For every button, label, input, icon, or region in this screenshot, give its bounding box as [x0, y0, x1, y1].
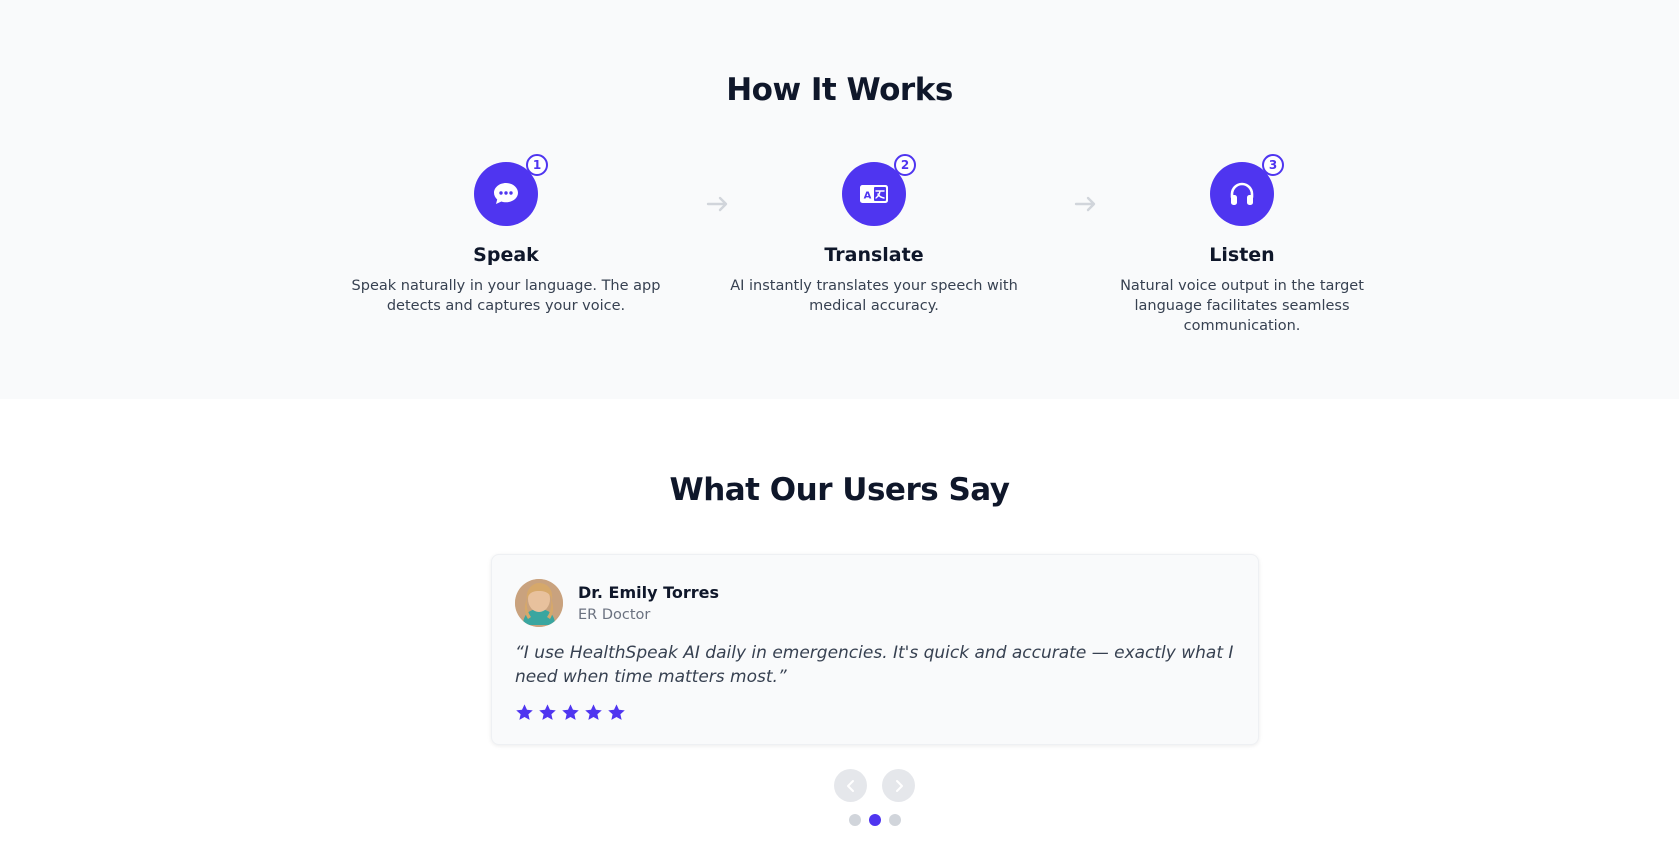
testimonial-quote: “I use HealthSpeak AI daily in emergenci…: [515, 643, 1234, 687]
step-listen: 3 Listen Natural voice output in the tar…: [1082, 154, 1402, 336]
step-description: AI instantly translates your speech with…: [730, 278, 1018, 314]
step-title: Translate: [824, 244, 924, 266]
how-it-works-title: How It Works: [726, 72, 953, 108]
star-icon: [516, 704, 533, 720]
step-number-badge: 3: [1262, 154, 1284, 176]
star-icon: [539, 704, 556, 720]
steps-row: 1 Speak Speak naturally in your language…: [0, 154, 1679, 342]
step-description: Speak naturally in your language. The ap…: [351, 278, 661, 314]
chevron-left-icon: [846, 779, 854, 792]
author-name: Dr. Emily Torres: [578, 583, 720, 602]
step-title: Speak: [473, 244, 539, 266]
svg-text:A: A: [864, 191, 872, 202]
star-icon: [585, 704, 602, 720]
how-it-works-section: How It Works 1 Speak Speak naturally in …: [0, 0, 1679, 399]
step-icon-circle: A 2: [842, 154, 916, 226]
step-title: Listen: [1209, 244, 1275, 266]
author-role: ER Doctor: [578, 607, 651, 623]
step-description: Natural voice output in the target langu…: [1120, 278, 1364, 334]
avatar: [515, 579, 563, 627]
next-testimonial-button[interactable]: [882, 769, 915, 802]
headphones-icon: [1230, 182, 1254, 205]
rating-stars: [515, 703, 626, 722]
testimonial-card: Dr. Emily Torres ER Doctor “I use Health…: [491, 554, 1259, 745]
chevron-right-icon: [895, 779, 903, 792]
chat-bubble-icon: [494, 183, 518, 204]
step-speak: 1 Speak Speak naturally in your language…: [346, 154, 666, 316]
star-icon: [608, 704, 625, 720]
testimonials-title: What Our Users Say: [669, 472, 1010, 508]
star-icon: [562, 704, 579, 720]
step-icon-circle: 1: [474, 154, 548, 226]
step-number-badge: 2: [894, 154, 916, 176]
step-icon-circle: 3: [1210, 154, 1284, 226]
carousel-dot-1[interactable]: [849, 814, 861, 826]
previous-testimonial-button[interactable]: [834, 769, 867, 802]
step-number-badge: 1: [526, 154, 548, 176]
carousel-dot-2[interactable]: [869, 814, 881, 826]
avatar-photo: [515, 579, 563, 627]
translate-icon: A: [860, 185, 888, 203]
carousel-dot-3[interactable]: [889, 814, 901, 826]
step-translate: A 2 Translate AI instantly translates yo…: [714, 154, 1034, 316]
